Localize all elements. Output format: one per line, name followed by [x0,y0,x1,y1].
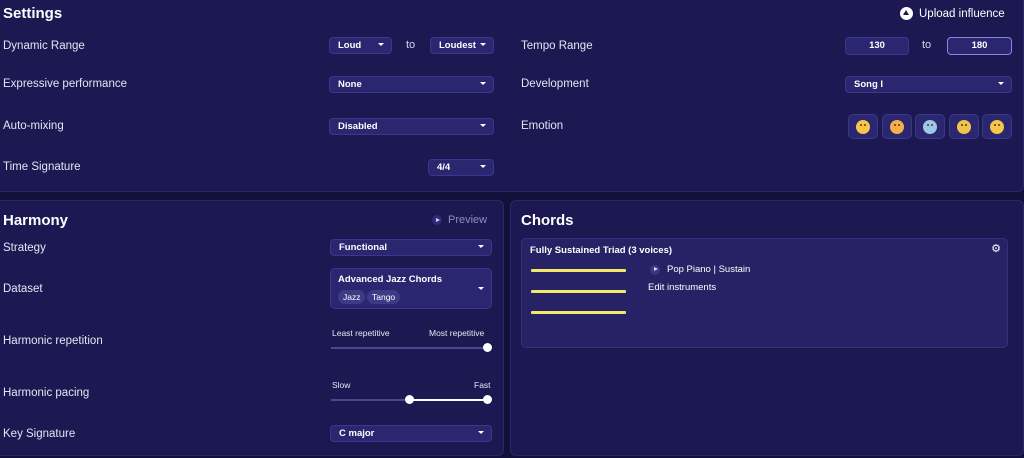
relieved-face-icon [856,119,870,134]
voice-line [531,269,626,272]
pacing-min-label: Slow [332,380,351,390]
play-icon[interactable] [650,264,660,275]
crying-face-icon [957,119,971,134]
edit-instruments-link[interactable]: Edit instruments [648,282,716,293]
upload-icon [900,7,913,20]
dataset-select[interactable]: Advanced Jazz Chords Jazz Tango [330,268,492,309]
dataset-tag-tango[interactable]: Tango [367,290,401,304]
emotion-option-crying[interactable] [949,114,979,139]
key-signature-label: Key Signature [3,428,76,440]
harmonic-pacing-label: Harmonic pacing [3,387,90,399]
chevron-down-icon [998,82,1004,85]
emotion-label: Emotion [521,120,564,132]
grimacing-face-icon [990,119,1004,134]
preview-label: Preview [448,214,488,226]
chevron-down-icon [378,43,384,46]
pacing-slider-thumb-low[interactable] [404,395,414,404]
upload-influence-button[interactable]: Upload influence [900,7,1005,20]
dynamic-range-to-select[interactable]: Loudest [430,37,494,54]
dynamic-range-to-text: to [406,39,416,51]
repetition-slider-track[interactable] [331,347,487,349]
play-icon [432,215,442,225]
chevron-down-icon [480,124,486,127]
voice-line [531,290,626,293]
emotion-option-anxious[interactable] [915,114,945,139]
strategy-select[interactable]: Functional [330,239,492,256]
instrument-label: Pop Piano | Sustain [667,264,751,275]
tempo-min-input[interactable]: 130 [845,37,909,55]
time-signature-value: 4/4 [437,162,451,173]
chord-card-title: Fully Sustained Triad (3 voices) [530,245,673,256]
anxious-face-icon [923,119,937,134]
harmony-preview-button[interactable]: Preview [432,214,487,226]
dataset-value: Advanced Jazz Chords [338,274,442,285]
upload-influence-label: Upload influence [919,7,1005,20]
strategy-value: Functional [339,242,388,253]
tempo-to-text: to [922,39,932,51]
repetition-min-label: Least repetitive [332,328,390,338]
emotion-option-grimacing[interactable] [982,114,1012,139]
instrument-row[interactable]: Pop Piano | Sustain [650,264,750,275]
time-signature-select[interactable]: 4/4 [428,159,494,176]
gear-icon[interactable]: ⚙ [991,244,1001,255]
dynamic-range-label: Dynamic Range [3,40,85,52]
expressive-performance-value: None [338,79,362,90]
dataset-tag-jazz[interactable]: Jazz [338,290,366,304]
pacing-slider-range [409,399,487,401]
repetition-slider-thumb[interactable] [482,343,492,352]
chevron-down-icon [480,165,486,168]
repetition-max-label: Most repetitive [429,328,485,338]
chevron-down-icon [480,43,486,46]
dynamic-range-to-value: Loudest [439,40,476,51]
development-value: Song I [854,79,884,90]
dynamic-range-from-value: Loud [338,40,362,51]
development-label: Development [521,78,589,90]
emotion-option-party[interactable] [882,114,912,139]
harmonic-repetition-label: Harmonic repetition [3,335,103,347]
dynamic-range-from-select[interactable]: Loud [329,37,392,54]
key-signature-value: C major [339,428,375,439]
expressive-performance-select[interactable]: None [329,76,494,93]
dataset-label: Dataset [3,283,43,295]
chevron-down-icon [478,287,484,290]
chords-title: Chords [521,212,574,229]
expressive-performance-label: Expressive performance [3,78,127,90]
chevron-down-icon [478,431,484,434]
settings-panel [0,0,1024,192]
development-select[interactable]: Song I [845,76,1012,93]
tempo-range-label: Tempo Range [521,40,593,52]
chevron-down-icon [480,82,486,85]
time-signature-label: Time Signature [3,161,81,173]
key-signature-select[interactable]: C major [330,425,492,442]
settings-title: Settings [3,5,63,22]
pacing-slider-thumb-high[interactable] [482,395,492,404]
harmony-title: Harmony [3,212,69,229]
pacing-max-label: Fast [474,380,491,390]
voice-line [531,311,626,314]
chord-card[interactable]: Fully Sustained Triad (3 voices) ⚙ Pop P… [521,238,1008,348]
party-face-icon [890,119,904,134]
chevron-down-icon [478,245,484,248]
emotion-option-relieved[interactable] [848,114,878,139]
auto-mixing-label: Auto-mixing [3,120,64,132]
tempo-max-input[interactable]: 180 [947,37,1012,55]
auto-mixing-value: Disabled [338,121,378,132]
auto-mixing-select[interactable]: Disabled [329,118,494,135]
strategy-label: Strategy [3,242,46,254]
